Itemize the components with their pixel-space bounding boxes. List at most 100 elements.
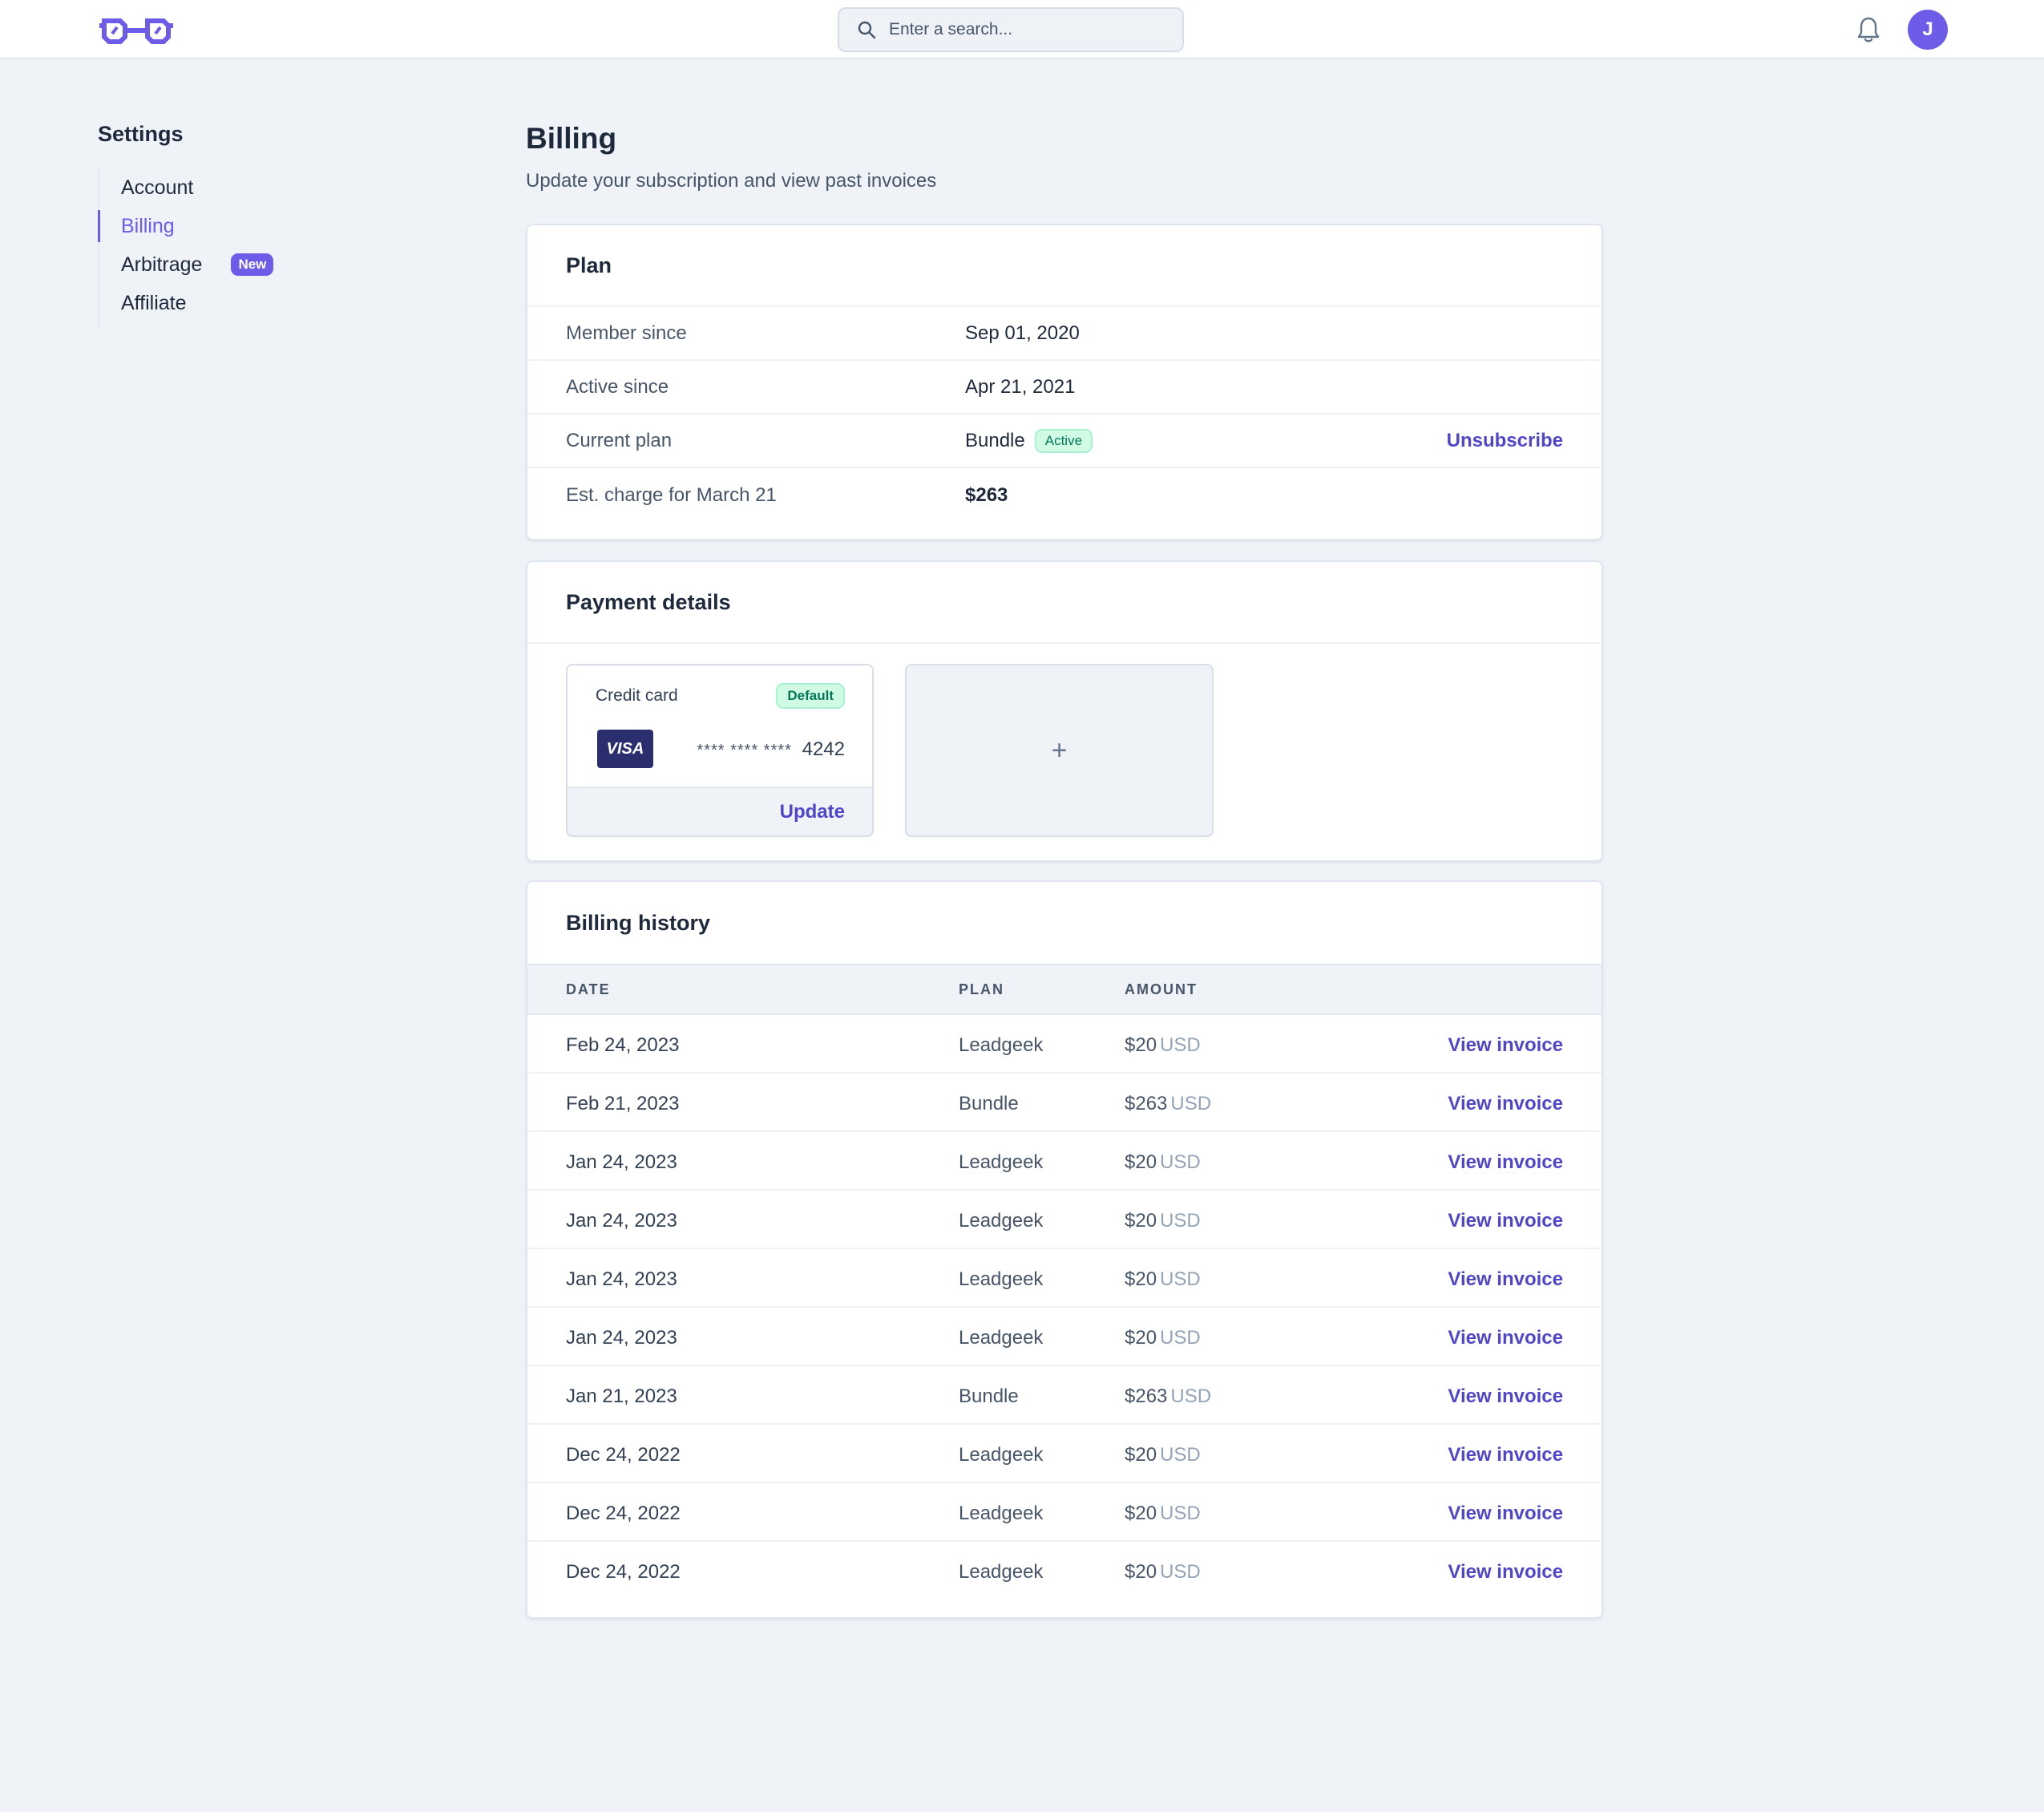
sidebar-item-account[interactable]: Account — [99, 168, 306, 207]
row-plan: Leadgeek — [959, 1268, 1044, 1290]
plan-row-current-plan: Current plan Bundle Active Unsubscribe — [527, 415, 1602, 468]
row-amount-value: $20 — [1125, 1327, 1157, 1349]
billing-history-title: Billing history — [566, 910, 711, 935]
plan-row-active-since: Active since Apr 21, 2021 — [527, 361, 1602, 415]
row-amount: $20 USD — [1125, 1210, 1201, 1232]
row-date: Dec 24, 2022 — [566, 1503, 681, 1524]
row-date: Feb 21, 2023 — [566, 1093, 680, 1114]
active-badge: Active — [1034, 428, 1093, 453]
row-date: Jan 24, 2023 — [566, 1327, 677, 1349]
row-amount-value: $20 — [1125, 1210, 1157, 1232]
new-badge: New — [231, 253, 274, 276]
row-amount-value: $263 — [1125, 1385, 1168, 1407]
search-icon — [858, 21, 876, 39]
credit-card-footer: Update — [568, 787, 872, 835]
plan-row-member-since: Member since Sep 01, 2020 — [527, 307, 1602, 361]
plan-row-value: $263 — [965, 483, 1008, 506]
user-avatar[interactable]: J — [1908, 10, 1948, 50]
view-invoice-link[interactable]: View invoice — [1448, 1503, 1563, 1525]
unsubscribe-link[interactable]: Unsubscribe — [1447, 430, 1563, 452]
table-row: Dec 24, 2022 Leadgeek $20 USD View invoice — [527, 1542, 1602, 1600]
row-amount-value: $20 — [1125, 1561, 1157, 1583]
row-amount: $263 USD — [1125, 1093, 1211, 1115]
row-date: Jan 24, 2023 — [566, 1151, 677, 1173]
settings-nav: Account Billing Arbitrage New Affiliate — [98, 168, 306, 329]
row-date: Feb 24, 2023 — [566, 1034, 680, 1056]
view-invoice-link[interactable]: View invoice — [1448, 1444, 1563, 1466]
row-amount: $20 USD — [1125, 1503, 1201, 1525]
plan-card: Plan Member since Sep 01, 2020 Active si… — [526, 224, 1603, 540]
visa-logo-icon: VISA — [597, 730, 653, 768]
row-currency: USD — [1160, 1561, 1201, 1583]
credit-card-label: Credit card — [596, 686, 678, 705]
table-row: Jan 21, 2023 Bundle $263 USD View invoice — [527, 1366, 1602, 1425]
plus-icon: + — [1051, 734, 1068, 766]
payment-details-card: Payment details Credit card Default VISA… — [526, 560, 1603, 862]
plan-row-est-charge: Est. charge for March 21 $263 — [527, 468, 1602, 522]
card-number: **** **** **** 4242 — [697, 738, 845, 761]
sidebar-item-label: Affiliate — [121, 291, 187, 314]
payment-card-title: Payment details — [527, 562, 1602, 644]
sidebar-item-affiliate[interactable]: Affiliate — [99, 284, 306, 322]
sidebar-item-billing[interactable]: Billing — [98, 207, 306, 245]
view-invoice-link[interactable]: View invoice — [1448, 1268, 1563, 1291]
view-invoice-link[interactable]: View invoice — [1448, 1034, 1563, 1057]
row-amount: $20 USD — [1125, 1034, 1201, 1057]
row-currency: USD — [1160, 1034, 1201, 1056]
table-row: Dec 24, 2022 Leadgeek $20 USD View invoice — [527, 1483, 1602, 1542]
row-amount-value: $20 — [1125, 1151, 1157, 1173]
plan-row-label: Current plan — [566, 429, 673, 451]
row-amount: $20 USD — [1125, 1268, 1201, 1291]
default-badge: Default — [776, 683, 845, 709]
view-invoice-link[interactable]: View invoice — [1448, 1210, 1563, 1232]
table-row: Dec 24, 2022 Leadgeek $20 USD View invoice — [527, 1425, 1602, 1483]
table-header: DATE PLAN AMOUNT — [527, 964, 1602, 1015]
row-plan: Leadgeek — [959, 1151, 1044, 1173]
bell-icon[interactable] — [1856, 16, 1880, 43]
row-plan: Leadgeek — [959, 1503, 1044, 1524]
card-last4: 4242 — [802, 738, 845, 760]
row-amount-value: $263 — [1125, 1093, 1168, 1114]
view-invoice-link[interactable]: View invoice — [1448, 1151, 1563, 1174]
table-row: Jan 24, 2023 Leadgeek $20 USD View invoice — [527, 1191, 1602, 1249]
sidebar-item-label: Billing — [121, 214, 175, 237]
row-amount: $20 USD — [1125, 1327, 1201, 1349]
row-currency: USD — [1160, 1444, 1201, 1466]
plan-row-label: Est. charge for March 21 — [566, 483, 777, 506]
column-header-date: DATE — [566, 981, 611, 997]
plan-row-value: Bundle Active — [965, 428, 1093, 453]
row-amount-value: $20 — [1125, 1034, 1157, 1056]
table-row: Feb 21, 2023 Bundle $263 USD View invoice — [527, 1074, 1602, 1132]
add-payment-method-button[interactable]: + — [905, 664, 1214, 837]
view-invoice-link[interactable]: View invoice — [1448, 1385, 1563, 1408]
column-header-amount: AMOUNT — [1125, 981, 1198, 997]
plan-row-label: Member since — [566, 322, 687, 344]
row-currency: USD — [1160, 1503, 1201, 1524]
table-row: Jan 24, 2023 Leadgeek $20 USD View invoice — [527, 1249, 1602, 1308]
plan-row-value: Sep 01, 2020 — [965, 322, 1080, 344]
current-plan-name: Bundle — [965, 429, 1025, 451]
view-invoice-link[interactable]: View invoice — [1448, 1561, 1563, 1583]
row-currency: USD — [1160, 1151, 1201, 1173]
row-amount: $20 USD — [1125, 1151, 1201, 1174]
row-plan: Bundle — [959, 1093, 1019, 1114]
glasses-logo-icon[interactable] — [98, 14, 175, 45]
row-plan: Leadgeek — [959, 1327, 1044, 1349]
plan-row-label: Active since — [566, 375, 669, 398]
billing-history-rows: Feb 24, 2023 Leadgeek $20 USD View invoice Fe… — [527, 1015, 1602, 1600]
sidebar-item-label: Account — [121, 176, 194, 199]
row-date: Jan 24, 2023 — [566, 1210, 677, 1232]
view-invoice-link[interactable]: View invoice — [1448, 1093, 1563, 1115]
view-invoice-link[interactable]: View invoice — [1448, 1327, 1563, 1349]
row-plan: Leadgeek — [959, 1210, 1044, 1232]
search-bar[interactable] — [838, 7, 1184, 52]
update-card-button[interactable]: Update — [780, 801, 845, 823]
sidebar-item-arbitrage[interactable]: Arbitrage New — [99, 245, 306, 284]
search-input[interactable] — [889, 20, 1145, 39]
sidebar-item-label: Arbitrage — [121, 253, 203, 276]
top-bar: J — [0, 0, 2044, 59]
row-amount-value: $20 — [1125, 1268, 1157, 1290]
row-currency: USD — [1170, 1385, 1212, 1407]
page-subtitle: Update your subscription and view past i… — [526, 170, 937, 192]
row-amount: $20 USD — [1125, 1444, 1201, 1466]
